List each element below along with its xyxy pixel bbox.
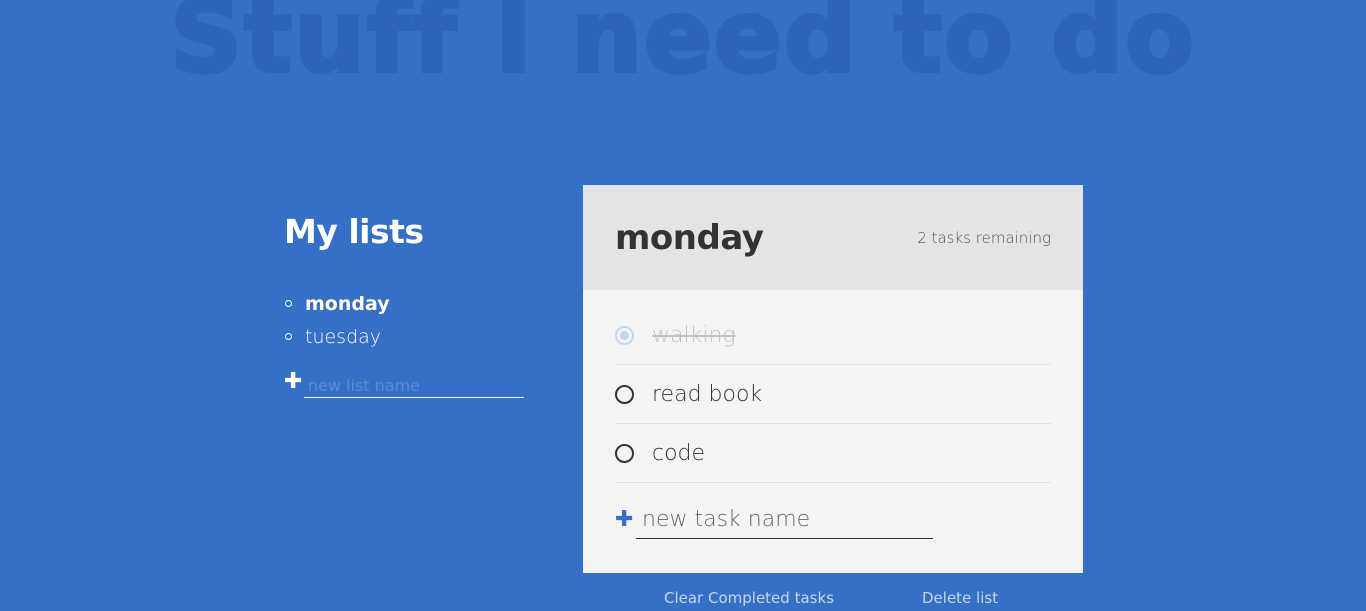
- card-header: monday 2 tasks remaining: [583, 185, 1083, 290]
- delete-list-button[interactable]: Delete list: [922, 589, 998, 607]
- list-title: monday: [615, 217, 764, 258]
- task-label: code: [652, 440, 706, 466]
- new-task-form: ✚: [615, 505, 1051, 539]
- sidebar: My lists monday tuesday ✚: [284, 212, 524, 398]
- list-item-label: monday: [305, 292, 390, 315]
- page: Stuff I need to do My lists monday tuesd…: [0, 0, 1366, 611]
- circle-bullet-icon: [285, 333, 292, 340]
- task-label: walking: [652, 322, 736, 348]
- list-item-label: tuesday: [305, 325, 382, 348]
- clear-completed-button[interactable]: Clear Completed tasks: [664, 589, 834, 607]
- task-label: read book: [652, 381, 763, 407]
- new-task-input[interactable]: [636, 505, 933, 539]
- new-list-form: ✚: [284, 371, 524, 398]
- task-item[interactable]: walking: [615, 306, 1051, 365]
- new-list-input[interactable]: [303, 374, 524, 398]
- task-item[interactable]: code: [615, 424, 1051, 483]
- plus-icon[interactable]: ✚: [284, 371, 304, 393]
- plus-icon[interactable]: ✚: [615, 509, 636, 531]
- task-checkbox[interactable]: [615, 384, 634, 404]
- task-checkbox[interactable]: [615, 443, 634, 463]
- app-title: Stuff I need to do: [168, 0, 1196, 97]
- task-checkbox[interactable]: [615, 325, 634, 345]
- task-item[interactable]: read book: [615, 365, 1051, 424]
- tasks-remaining: 2 tasks remaining: [917, 228, 1051, 247]
- circle-bullet-icon: [285, 300, 292, 307]
- lists: monday tuesday: [284, 287, 524, 353]
- sidebar-heading: My lists: [284, 212, 424, 251]
- todo-card: monday 2 tasks remaining walking read bo…: [583, 185, 1083, 573]
- card-body: walking read book code ✚: [583, 290, 1083, 539]
- list-item-monday[interactable]: monday: [284, 287, 524, 320]
- list-item-tuesday[interactable]: tuesday: [284, 320, 524, 353]
